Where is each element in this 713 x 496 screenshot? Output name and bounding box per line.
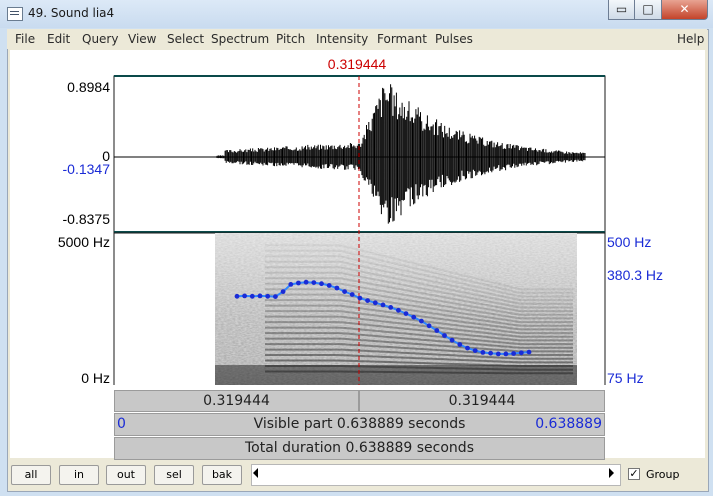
menu-intensity[interactable]: Intensity <box>316 32 368 46</box>
pitch-point <box>319 281 324 287</box>
zoom-out-button[interactable]: out <box>106 465 146 485</box>
zoom-in-button[interactable]: in <box>59 465 99 485</box>
menu-view[interactable]: View <box>128 32 156 46</box>
pitch-point <box>234 293 240 299</box>
window-app-icon <box>7 7 23 21</box>
close-button[interactable]: ✕ <box>661 0 708 20</box>
minimize-button[interactable]: ▭ <box>608 0 635 20</box>
spectrogram-min-label: 0 Hz <box>81 370 110 385</box>
menu-select[interactable]: Select <box>167 32 204 46</box>
group-label: Group <box>646 468 680 481</box>
pitch-point <box>457 342 463 347</box>
scroll-right-arrow-icon[interactable] <box>609 468 614 478</box>
pitch-point <box>357 295 363 301</box>
zoom-all-button[interactable]: all <box>11 465 51 485</box>
pitch-max-label: 500 Hz <box>607 234 651 250</box>
pitch-cursor-value: 380.3 Hz <box>607 267 663 283</box>
time-segment-left-label: 0.319444 <box>203 393 270 409</box>
pitch-point <box>249 293 255 299</box>
waveform-max-label: 0.8984 <box>67 79 110 95</box>
pitch-point <box>280 289 286 294</box>
menu-file[interactable]: File <box>15 32 35 46</box>
pitch-point <box>273 294 278 299</box>
pitch-point <box>403 311 409 316</box>
pitch-point <box>242 293 248 299</box>
pitch-point <box>257 293 263 299</box>
pitch-point <box>334 285 340 291</box>
pitch-point <box>342 289 347 294</box>
time-segment-left[interactable]: 0.319444 <box>114 390 359 412</box>
waveform-cursor-value: -0.1347 <box>63 161 111 177</box>
pitch-point <box>526 349 532 355</box>
pitch-point <box>372 300 378 306</box>
pitch-point <box>465 345 470 351</box>
menu-help[interactable]: Help <box>677 32 704 46</box>
pitch-point <box>511 351 516 356</box>
pitch-point <box>326 283 332 288</box>
pitch-point <box>388 305 394 310</box>
sound-figure[interactable]: 0.319444 0.8984 0 -0.1347 -0.8375 5000 H… <box>10 50 705 385</box>
menu-spectrum[interactable]: Spectrum <box>211 32 269 46</box>
pitch-point <box>449 337 455 343</box>
total-duration-label: Total duration 0.638889 seconds <box>245 440 474 456</box>
time-segment-right-label: 0.319444 <box>448 393 516 409</box>
visible-end-time: 0.638889 <box>535 416 602 432</box>
pitch-point <box>411 314 417 320</box>
pitch-point <box>503 351 509 357</box>
pitch-point <box>442 333 447 338</box>
menu-edit[interactable]: Edit <box>47 32 70 46</box>
group-checkbox[interactable]: ✓ <box>628 468 640 480</box>
waveform-min-label: -0.8375 <box>63 211 111 227</box>
pitch-point <box>265 293 271 299</box>
menu-query[interactable]: Query <box>82 32 118 46</box>
pitch-point <box>349 292 355 297</box>
menu-pitch[interactable]: Pitch <box>276 32 305 46</box>
cursor-time-label: 0.319444 <box>328 56 387 72</box>
zoom-selection-button[interactable]: sel <box>154 465 194 485</box>
menu-pulses[interactable]: Pulses <box>435 32 473 46</box>
menu-formant[interactable]: Formant <box>377 32 427 46</box>
pitch-point <box>488 350 493 356</box>
pitch-point <box>396 307 401 313</box>
horizontal-scrollbar[interactable] <box>251 464 621 486</box>
window-title: 49. Sound lia4 <box>28 6 115 20</box>
pitch-point <box>426 323 432 329</box>
pitch-min-label: 75 Hz <box>607 370 644 385</box>
pitch-point <box>472 348 478 353</box>
visible-part-label: Visible part 0.638889 seconds <box>253 416 466 432</box>
pitch-point <box>434 328 440 333</box>
total-duration-bar[interactable]: Total duration 0.638889 seconds <box>114 437 605 460</box>
spectrogram-max-label: 5000 Hz <box>58 234 110 250</box>
pitch-point <box>365 298 370 303</box>
visible-part-bar[interactable]: 0 Visible part 0.638889 seconds 0.638889 <box>114 413 605 436</box>
pitch-point <box>303 279 309 285</box>
pitch-point <box>495 351 501 357</box>
pitch-point <box>288 282 294 287</box>
zoom-back-button[interactable]: bak <box>202 465 242 485</box>
pitch-point <box>296 280 301 286</box>
menu-bar: File Edit Query View Select Spectrum Pit… <box>7 29 707 49</box>
pitch-point <box>480 350 486 355</box>
scroll-left-arrow-icon[interactable] <box>253 468 258 478</box>
time-segment-right[interactable]: 0.319444 <box>359 390 605 412</box>
pitch-point <box>518 350 524 356</box>
maximize-button[interactable]: □ <box>634 0 662 20</box>
pitch-point <box>311 280 317 285</box>
pitch-point <box>419 318 424 324</box>
pitch-point <box>380 302 386 308</box>
